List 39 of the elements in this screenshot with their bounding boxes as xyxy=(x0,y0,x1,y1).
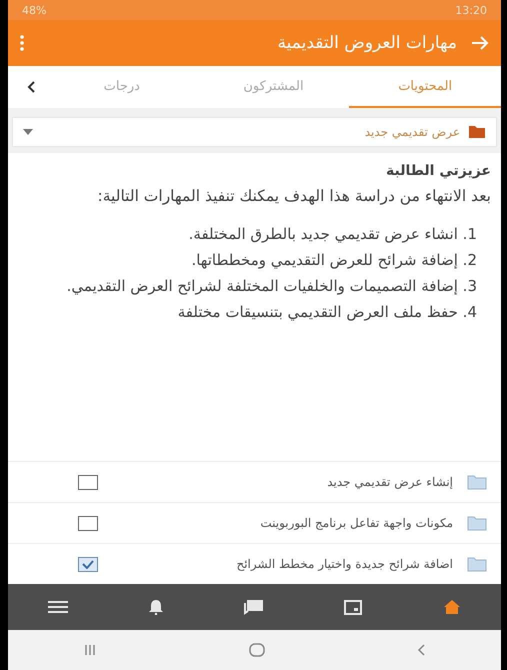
caret-icon xyxy=(23,129,33,135)
completion-checkbox[interactable] xyxy=(78,556,98,572)
back-button[interactable] xyxy=(471,35,489,51)
chat-icon xyxy=(244,599,264,615)
nav-button[interactable] xyxy=(244,599,264,615)
page-title: مهارات العروض التقديمية xyxy=(276,33,457,53)
tab[interactable]: درجات xyxy=(46,66,198,108)
system-back-button[interactable] xyxy=(416,644,425,656)
skill-item: 3. إضافة التصميمات والخلفيات المختلفة لشرائح العرض التقديمي. xyxy=(66,276,478,297)
bell-icon xyxy=(148,599,163,615)
lesson-title: مكونات واجهة تفاعل برنامج البوربوينت xyxy=(259,516,453,530)
section-dropdown[interactable]: عرض تقديمي جديد xyxy=(12,117,497,147)
skill-item: 2. إضافة شرائح للعرض التقديمي ومخططاتها. xyxy=(190,250,478,271)
menu-icon xyxy=(48,601,68,613)
nav-button[interactable] xyxy=(148,599,163,615)
lesson-title: اضافة شرائح جديدة واختيار مخطط الشرائح xyxy=(235,557,453,571)
greeting-heading: عزيزتي الطالبة xyxy=(385,163,491,179)
more-options-button[interactable] xyxy=(20,35,24,51)
skill-item: 4. حفظ ملف العرض التقديمي بتنسيقات مختلفة xyxy=(176,302,478,323)
folder-icon xyxy=(468,125,486,139)
lesson-title: إنشاء عرض تقديمي جديد xyxy=(326,475,453,489)
nav-button[interactable] xyxy=(344,599,362,615)
clock: 13:20 xyxy=(455,4,487,16)
skill-item: 1. انشاء عرض تقديمي جديد بالطرق المختلفة. xyxy=(188,224,478,245)
tab[interactable]: المشتركون xyxy=(198,66,350,108)
home-icon xyxy=(442,599,461,615)
recent-apps-button[interactable] xyxy=(84,644,96,656)
battery-level: 48% xyxy=(22,4,46,16)
chevron-left-icon xyxy=(26,81,35,93)
lesson-row[interactable]: مكونات واجهة تفاعل برنامج البوربوينت xyxy=(8,502,501,543)
completion-checkbox[interactable] xyxy=(78,474,98,490)
nav-button[interactable] xyxy=(442,599,461,615)
intro-paragraph: بعد الانتهاء من دراسة هذا الهدف يمكنك تنفيذ المهارات التالية: xyxy=(96,186,491,207)
lesson-row[interactable]: إنشاء عرض تقديمي جديد xyxy=(8,461,501,502)
system-home-button[interactable] xyxy=(248,643,265,657)
completion-checkbox[interactable] xyxy=(78,516,98,530)
check-icon xyxy=(82,560,94,568)
calendar-icon xyxy=(344,599,362,615)
nav-button[interactable] xyxy=(48,601,68,613)
